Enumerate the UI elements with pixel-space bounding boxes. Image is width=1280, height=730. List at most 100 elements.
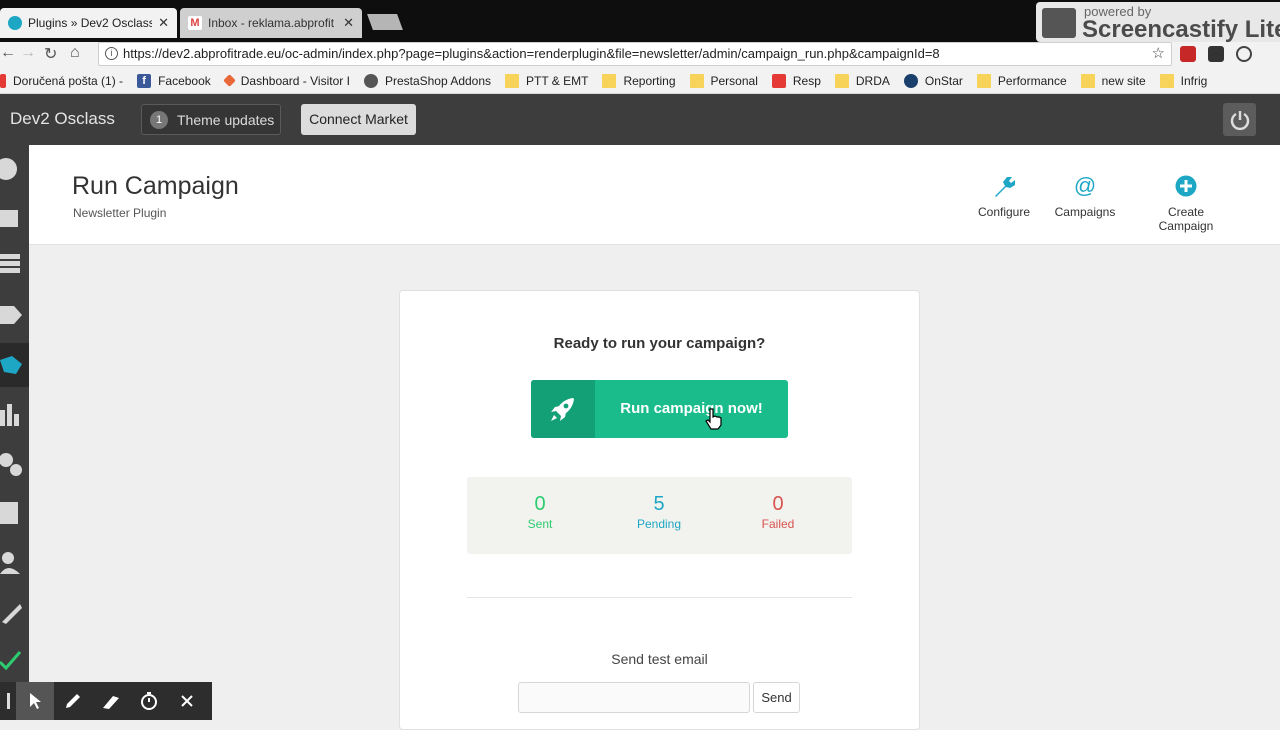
wrench-icon: [977, 173, 1031, 199]
campaigns-action[interactable]: @ Campaigns: [1054, 173, 1116, 219]
brand-link[interactable]: Dev2 Osclass: [10, 109, 115, 129]
pending-label: Pending: [636, 517, 682, 531]
highlighter-icon: [103, 696, 119, 709]
url-text: https://dev2.abprofitrade.eu/oc-admin/in…: [123, 46, 940, 61]
configure-action[interactable]: Configure: [977, 173, 1031, 219]
bookmark-item[interactable]: Dashboard - Visitor I: [222, 73, 350, 88]
sent-count: 0: [534, 493, 546, 515]
osclass-favicon-icon: [8, 16, 22, 30]
close-tab-icon[interactable]: ✕: [343, 15, 354, 31]
sidebar-item-pages[interactable]: [0, 293, 29, 337]
create-campaign-action[interactable]: Create Campaign: [1139, 173, 1233, 233]
update-count-badge: 1: [150, 110, 168, 129]
book-icon: [0, 502, 18, 524]
browser-tab-inbox[interactable]: M Inbox - reklama.abprofit ✕: [180, 8, 362, 38]
pointer-icon: [30, 693, 41, 709]
gauge-icon: [0, 158, 17, 180]
theme-updates-button[interactable]: 1 Theme updates: [141, 104, 281, 135]
sidebar-item-tools[interactable]: [0, 591, 29, 635]
sidebar-item-check[interactable]: [0, 639, 29, 683]
logout-button[interactable]: [1223, 103, 1256, 136]
tag-icon: [0, 306, 22, 324]
sidebar-item-statistics[interactable]: [0, 393, 29, 437]
bookmark-item[interactable]: OnStar: [903, 73, 963, 88]
browser-toolbar: ← → ↻ ⌂ i https://dev2.abprofitrade.eu/o…: [0, 42, 1280, 68]
send-test-button[interactable]: Send: [753, 682, 800, 713]
bookmark-label: Dashboard - Visitor I: [240, 73, 350, 88]
back-arrow-icon[interactable]: ←: [0, 44, 16, 62]
screencastify-toolbar: [0, 682, 212, 720]
bookmark-star-icon[interactable]: ☆: [1152, 43, 1165, 65]
bar-chart-icon: [0, 404, 19, 426]
configure-label: Configure: [977, 205, 1031, 219]
extension-gauge-icon[interactable]: [1236, 46, 1252, 62]
new-tab-button[interactable]: [367, 14, 403, 30]
stopwatch-icon: [141, 692, 157, 710]
timer-tool[interactable]: [130, 682, 168, 720]
section-divider: [467, 597, 852, 598]
bookmark-item[interactable]: Performance: [976, 73, 1067, 88]
bookmark-item[interactable]: PTT & EMT: [505, 73, 589, 88]
bookmark-item[interactable]: Doručená pošta (1) -: [0, 73, 123, 88]
plus-circle-icon: [1139, 173, 1233, 199]
extension-film-icon[interactable]: [1180, 46, 1196, 62]
sidebar-item-dashboard[interactable]: [0, 145, 29, 189]
pen-tool[interactable]: [54, 682, 92, 720]
screencastify-watermark: powered by Screencastify Lite: [1036, 2, 1280, 43]
pointer-tool[interactable]: [16, 682, 54, 720]
facebook-icon: f: [137, 73, 152, 88]
folder-icon: [602, 73, 617, 88]
resp-icon: [771, 73, 786, 88]
folder-icon: [1080, 73, 1095, 88]
home-icon[interactable]: ⌂: [70, 44, 80, 62]
close-toolbar-button[interactable]: [168, 682, 206, 720]
bookmark-item[interactable]: f Facebook: [137, 73, 211, 88]
page-header: Run Campaign Newsletter Plugin Configure…: [29, 145, 1280, 245]
site-info-icon[interactable]: i: [105, 47, 118, 60]
bookmark-label: PTT & EMT: [526, 73, 589, 88]
bookmark-label: Infrig: [1180, 73, 1208, 88]
address-bar[interactable]: i https://dev2.abprofitrade.eu/oc-admin/…: [98, 42, 1172, 66]
sidebar-item-users[interactable]: [0, 541, 29, 585]
pending-count: 5: [653, 493, 665, 515]
bookmark-item[interactable]: Personal: [689, 73, 758, 88]
sidebar-item-categories[interactable]: [0, 241, 29, 285]
sidebar-item-plugins[interactable]: [0, 343, 29, 387]
gmail-favicon-icon: M: [188, 16, 202, 30]
bookmark-item[interactable]: PrestaShop Addons: [363, 73, 491, 88]
failed-label: Failed: [761, 517, 795, 531]
reload-icon[interactable]: ↻: [44, 44, 57, 64]
bookmark-item[interactable]: new site: [1080, 73, 1146, 88]
bookmark-item[interactable]: Infrig: [1159, 73, 1208, 88]
pen-icon: [66, 694, 80, 708]
list-icon: [0, 254, 20, 273]
failed-count: 0: [772, 493, 784, 515]
browser-tab-plugins[interactable]: Plugins » Dev2 Osclass ✕: [0, 8, 177, 38]
bookmark-item[interactable]: Reporting: [602, 73, 676, 88]
bookmark-label: DRDA: [855, 73, 890, 88]
bookmark-item[interactable]: Resp: [771, 73, 821, 88]
bookmark-label: Resp: [792, 73, 821, 88]
bookmark-item[interactable]: DRDA: [834, 73, 890, 88]
sidebar-item-listings[interactable]: [0, 193, 29, 237]
forward-arrow-icon[interactable]: →: [20, 44, 36, 62]
folder-icon: [689, 73, 704, 88]
extension-icons: [1180, 46, 1252, 62]
connect-market-button[interactable]: Connect Market: [301, 104, 416, 135]
test-email-input[interactable]: [518, 682, 750, 713]
bookmark-label: new site: [1101, 73, 1146, 88]
extension-mask-icon[interactable]: [1208, 46, 1224, 62]
bag-icon: [0, 210, 18, 227]
bookmark-label: OnStar: [924, 73, 963, 88]
admin-sidebar: [0, 145, 29, 720]
dashboard-icon: [222, 74, 236, 87]
folder-icon: [505, 73, 520, 88]
run-campaign-button[interactable]: Run campaign now!: [531, 380, 788, 438]
wrench-icon: [2, 604, 22, 624]
highlighter-tool[interactable]: [92, 682, 130, 720]
sidebar-item-settings[interactable]: [0, 441, 29, 485]
close-tab-icon[interactable]: ✕: [158, 15, 169, 31]
toolbar-handle-icon[interactable]: [0, 682, 16, 720]
prestashop-icon: [363, 73, 378, 88]
sidebar-item-appearance[interactable]: [0, 491, 29, 535]
